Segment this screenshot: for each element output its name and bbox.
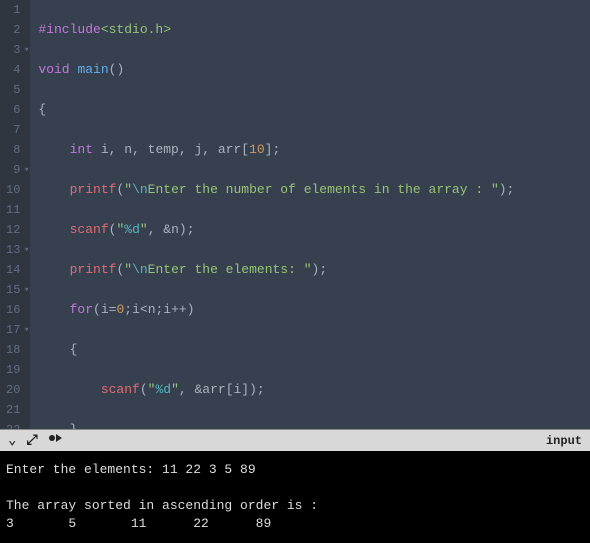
- line-number: 11: [6, 200, 20, 220]
- code-line: void main(): [38, 60, 590, 80]
- code-area[interactable]: #include<stdio.h> void main() { int i, n…: [30, 0, 590, 429]
- terminal-output[interactable]: Enter the elements: 11 22 3 5 89 The arr…: [0, 451, 590, 543]
- code-line: printf("\nEnter the number of elements i…: [38, 180, 590, 200]
- code-line: for(i=0;i<n;i++): [38, 300, 590, 320]
- code-line: }: [38, 420, 590, 429]
- line-number: 14: [6, 260, 20, 280]
- run-icon[interactable]: [48, 431, 62, 450]
- code-line: {: [38, 100, 590, 120]
- line-number[interactable]: 9: [6, 160, 20, 180]
- code-line: int i, n, temp, j, arr[10];: [38, 140, 590, 160]
- line-number: 16: [6, 300, 20, 320]
- line-number: 18: [6, 340, 20, 360]
- line-number: 12: [6, 220, 20, 240]
- code-editor: 1 2 3 4 5 6 7 8 9 10 11 12 13 14 15 16 1…: [0, 0, 590, 429]
- line-number[interactable]: 15: [6, 280, 20, 300]
- line-number: 8: [6, 140, 20, 160]
- line-number: 20: [6, 380, 20, 400]
- line-number: 4: [6, 60, 20, 80]
- code-line: {: [38, 340, 590, 360]
- line-number[interactable]: 3: [6, 40, 20, 60]
- terminal-toolbar: ⌄ ⤢ input: [0, 429, 590, 451]
- collapse-icon[interactable]: ⌄: [8, 432, 16, 449]
- expand-icon[interactable]: ⤢: [26, 433, 37, 449]
- line-number-gutter: 1 2 3 4 5 6 7 8 9 10 11 12 13 14 15 16 1…: [0, 0, 30, 429]
- line-number: 21: [6, 400, 20, 420]
- code-line: #include<stdio.h>: [38, 20, 590, 40]
- toolbar-icons: ⌄ ⤢: [8, 431, 62, 450]
- code-line: scanf("%d", &n);: [38, 220, 590, 240]
- terminal-mode-label: input: [546, 434, 582, 448]
- line-number: 5: [6, 80, 20, 100]
- line-number: 19: [6, 360, 20, 380]
- line-number[interactable]: 17: [6, 320, 20, 340]
- line-number: 2: [6, 20, 20, 40]
- line-number: 7: [6, 120, 20, 140]
- line-number: 10: [6, 180, 20, 200]
- code-line: scanf("%d", &arr[i]);: [38, 380, 590, 400]
- line-number: 22: [6, 420, 20, 429]
- line-number[interactable]: 13: [6, 240, 20, 260]
- code-line: printf("\nEnter the elements: ");: [38, 260, 590, 280]
- line-number: 1: [6, 0, 20, 20]
- line-number: 6: [6, 100, 20, 120]
